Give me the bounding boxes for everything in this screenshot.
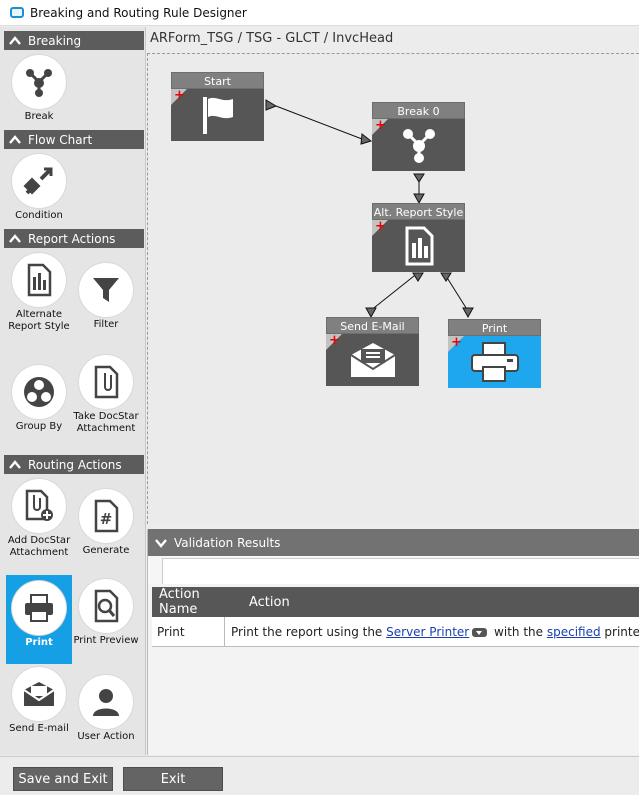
app-icon <box>10 7 24 18</box>
bottom-bar: Save and Exit Exit <box>0 756 639 795</box>
print-preview-icon <box>79 579 133 633</box>
tool-user-action[interactable]: User Action <box>73 673 139 753</box>
window-titlebar: Breaking and Routing Rule Designer <box>0 0 639 26</box>
attachment-icon <box>79 355 133 409</box>
tool-label: Print <box>25 637 53 648</box>
add-attachment-icon <box>12 479 66 533</box>
section-title: Report Actions <box>28 231 116 246</box>
plus-icon: + <box>451 335 462 350</box>
exit-button[interactable]: Exit <box>123 767 223 791</box>
plus-icon: + <box>375 118 386 133</box>
chevron-up-icon <box>9 459 21 469</box>
cell-action-name: Print <box>152 617 225 646</box>
flag-icon <box>202 97 233 134</box>
node-title: Send E-Mail <box>326 317 419 334</box>
tool-label: Group By <box>15 421 63 432</box>
breadcrumb: ARForm_TSG / TSG - GLCT / InvcHead <box>150 31 394 46</box>
section-header-routing-actions[interactable]: Routing Actions <box>4 455 144 474</box>
section-title: Routing Actions <box>28 457 122 472</box>
tool-group-by[interactable]: Group By <box>6 363 72 443</box>
printer-icon <box>470 342 519 382</box>
tool-take-docstar-attachment[interactable]: Take DocStar Attachment <box>73 353 139 453</box>
validation-panel: Validation Results Action Name Action Pr… <box>147 529 639 755</box>
design-canvas[interactable]: Start + Break 0 + Alt. Report Style + Se… <box>147 53 639 524</box>
tool-alternate-report-style[interactable]: Alternate Report Style <box>6 251 72 351</box>
tool-generate[interactable]: # Generate <box>73 487 139 567</box>
tool-label: Generate <box>82 545 130 556</box>
svg-text:#: # <box>100 510 113 528</box>
tool-filter[interactable]: Filter <box>73 261 139 341</box>
filter-icon <box>79 263 133 317</box>
node-title: Break 0 <box>372 102 465 119</box>
chevron-down-icon <box>155 538 167 548</box>
plus-icon: + <box>174 88 185 103</box>
node-alt-report-style[interactable]: Alt. Report Style + <box>372 203 465 272</box>
node-title: Alt. Report Style <box>372 203 465 220</box>
tool-print[interactable]: Print <box>6 575 72 664</box>
node-break-0[interactable]: Break 0 + <box>372 102 465 171</box>
tool-print-preview[interactable]: Print Preview <box>73 577 139 677</box>
user-icon <box>79 675 133 729</box>
group-by-icon <box>12 365 66 419</box>
node-title: Print <box>448 319 541 336</box>
node-send-email[interactable]: Send E-Mail + <box>326 317 419 386</box>
chevron-up-icon <box>9 134 21 144</box>
action-text: printe <box>600 624 639 639</box>
table-header: Action Name Action <box>152 587 639 617</box>
section-header-breaking[interactable]: Breaking <box>4 31 144 50</box>
tool-send-email[interactable]: Send E-mail <box>6 665 72 755</box>
tool-label: Send E-mail <box>9 723 69 734</box>
validation-tabstrip <box>148 556 639 584</box>
tool-label: Take DocStar Attachment <box>73 411 139 434</box>
tool-condition[interactable]: Condition <box>6 152 72 232</box>
save-and-exit-button[interactable]: Save and Exit <box>13 767 113 791</box>
action-text: with the <box>490 624 547 639</box>
tool-label: User Action <box>77 731 135 742</box>
cell-action: Print the report using the Server Printe… <box>225 625 639 639</box>
tool-add-docstar-attachment[interactable]: Add DocStar Attachment <box>6 477 72 577</box>
tool-label: Print Preview <box>73 635 139 646</box>
plus-icon: + <box>375 219 386 234</box>
server-printer-link[interactable]: Server Printer <box>386 625 469 639</box>
table-row[interactable]: Print Print the report using the Server … <box>152 617 639 647</box>
toolbox-panel: Breaking Break Flow Chart Condition Repo… <box>0 27 146 755</box>
break-icon <box>402 129 435 163</box>
specified-link[interactable]: specified <box>547 625 601 639</box>
tool-break[interactable]: Break <box>6 53 72 133</box>
section-header-flow-chart[interactable]: Flow Chart <box>4 130 144 149</box>
condition-icon <box>12 154 66 208</box>
node-title: Start <box>171 72 264 89</box>
section-header-report-actions[interactable]: Report Actions <box>4 229 144 248</box>
tool-label: Add DocStar Attachment <box>7 535 71 558</box>
validation-table: Action Name Action Print Print the repor… <box>152 587 639 647</box>
tool-label: Alternate Report Style <box>8 309 70 332</box>
tool-label: Filter <box>93 319 119 330</box>
tool-label: Condition <box>15 210 63 221</box>
validation-title: Validation Results <box>174 535 281 550</box>
section-title: Flow Chart <box>28 132 93 147</box>
node-start[interactable]: Start + <box>171 72 264 141</box>
chevron-up-icon <box>9 233 21 243</box>
window-title: Breaking and Routing Rule Designer <box>30 5 247 20</box>
break-icon <box>12 55 66 109</box>
email-icon <box>349 343 396 377</box>
printer-icon <box>12 581 66 635</box>
report-style-icon <box>405 226 433 266</box>
report-style-icon <box>12 253 66 307</box>
plus-icon: + <box>329 333 340 348</box>
generate-icon: # <box>79 489 133 543</box>
email-icon <box>12 667 66 721</box>
column-header-action: Action <box>249 594 290 610</box>
section-title: Breaking <box>28 33 82 48</box>
tool-label: Break <box>24 111 54 122</box>
action-text: Print the report using the <box>231 624 387 639</box>
validation-header[interactable]: Validation Results <box>148 529 639 556</box>
chevron-up-icon <box>9 35 21 45</box>
column-header-action-name: Action Name <box>159 587 200 617</box>
node-print[interactable]: Print + <box>448 319 541 388</box>
dropdown-icon[interactable] <box>472 627 488 637</box>
validation-tab[interactable] <box>162 558 639 584</box>
